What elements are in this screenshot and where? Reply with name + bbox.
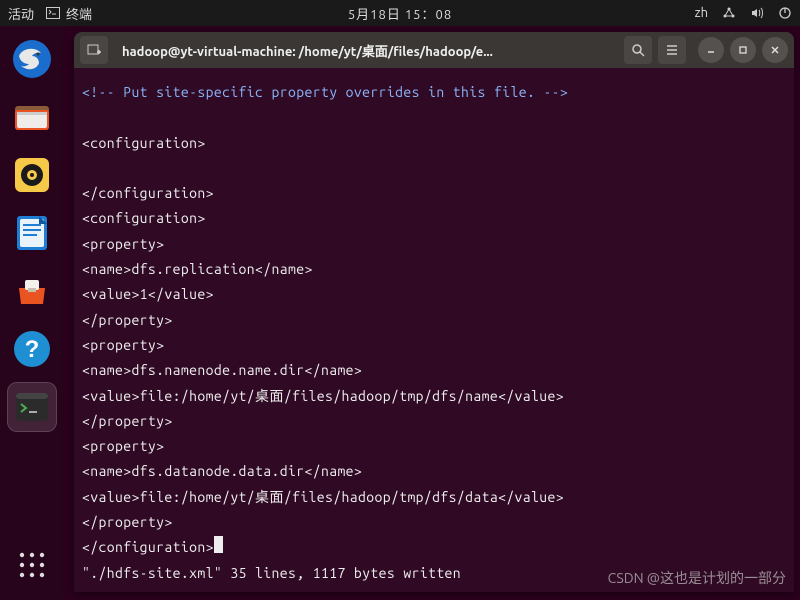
dock-terminal[interactable] (7, 382, 57, 432)
terminal-app-icon (46, 7, 60, 19)
dock: ? (0, 26, 64, 600)
power-icon[interactable] (778, 6, 792, 20)
window-title: hadoop@yt-virtual-machine: /home/yt/桌面/f… (114, 41, 618, 60)
dock-files[interactable] (7, 92, 57, 142)
terminal-line: <configuration> (82, 135, 206, 151)
terminal-window: hadoop@yt-virtual-machine: /home/yt/桌面/f… (74, 32, 794, 592)
search-button[interactable] (624, 36, 652, 64)
terminal-line: <configuration> (82, 210, 206, 226)
terminal-line: </configuration> (82, 539, 214, 555)
terminal-content[interactable]: <!-- Put site-specific property override… (74, 68, 794, 592)
menu-button[interactable] (658, 36, 686, 64)
terminal-line: <!-- Put site-specific property override… (82, 84, 568, 100)
cursor (214, 536, 223, 553)
terminal-line: <value>file:/home/yt/桌面/files/hadoop/tmp… (82, 388, 564, 404)
terminal-line: <property> (82, 236, 164, 252)
minimize-button[interactable] (698, 37, 724, 63)
clock[interactable]: 5月18日 15：08 (348, 4, 452, 23)
dock-help[interactable]: ? (7, 324, 57, 374)
svg-text:?: ? (25, 336, 40, 363)
dock-software[interactable] (7, 266, 57, 316)
dock-show-apps[interactable] (7, 540, 57, 590)
terminal-line: </property> (82, 312, 173, 328)
network-icon[interactable] (722, 6, 736, 20)
terminal-line: </configuration> (82, 185, 214, 201)
terminal-line: <name>dfs.datanode.data.dir</name> (82, 463, 362, 479)
active-app[interactable]: 终端 (46, 4, 92, 23)
volume-icon[interactable] (750, 6, 764, 20)
terminal-line: <name>dfs.replication</name> (82, 261, 313, 277)
dock-libreoffice-writer[interactable] (7, 208, 57, 258)
titlebar[interactable]: hadoop@yt-virtual-machine: /home/yt/桌面/f… (74, 32, 794, 68)
terminal-line: <name>dfs.namenode.name.dir</name> (82, 362, 362, 378)
close-button[interactable] (762, 37, 788, 63)
watermark: CSDN @这也是计划的一部分 (608, 568, 786, 588)
activities-button[interactable]: 活动 (8, 4, 34, 23)
terminal-line: <value>file:/home/yt/桌面/files/hadoop/tmp… (82, 489, 564, 505)
terminal-line: <property> (82, 337, 164, 353)
dock-thunderbird[interactable] (7, 34, 57, 84)
maximize-button[interactable] (730, 37, 756, 63)
dock-rhythmbox[interactable] (7, 150, 57, 200)
terminal-line: <property> (82, 438, 164, 454)
terminal-line: </property> (82, 514, 173, 530)
input-method-indicator[interactable]: zh (695, 6, 708, 20)
active-app-label: 终端 (66, 4, 92, 23)
terminal-line: </property> (82, 413, 173, 429)
new-tab-button[interactable] (80, 36, 108, 64)
top-panel: 活动 终端 5月18日 15：08 zh (0, 0, 800, 26)
terminal-line: <value>1</value> (82, 286, 214, 302)
